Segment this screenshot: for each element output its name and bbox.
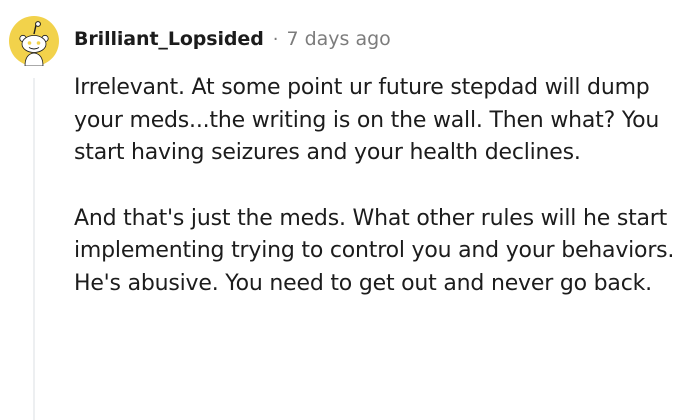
comment-body: Irrelevant. At some point ur future step…: [74, 72, 694, 301]
author-username[interactable]: Brilliant_Lopsided: [74, 28, 264, 50]
comment-timestamp[interactable]: 7 days ago: [286, 28, 390, 50]
thread-line[interactable]: [33, 78, 35, 420]
comment-meta: Brilliant_Lopsided · 7 days ago: [74, 24, 391, 54]
comment-paragraph: And that's just the meds. What other rul…: [74, 205, 675, 296]
comment: Brilliant_Lopsided · 7 days ago Irreleva…: [0, 0, 700, 420]
comment-paragraph: Irrelevant. At some point ur future step…: [74, 75, 660, 166]
meta-separator: ·: [272, 28, 279, 50]
reddit-snoo-avatar-icon[interactable]: [9, 16, 59, 67]
